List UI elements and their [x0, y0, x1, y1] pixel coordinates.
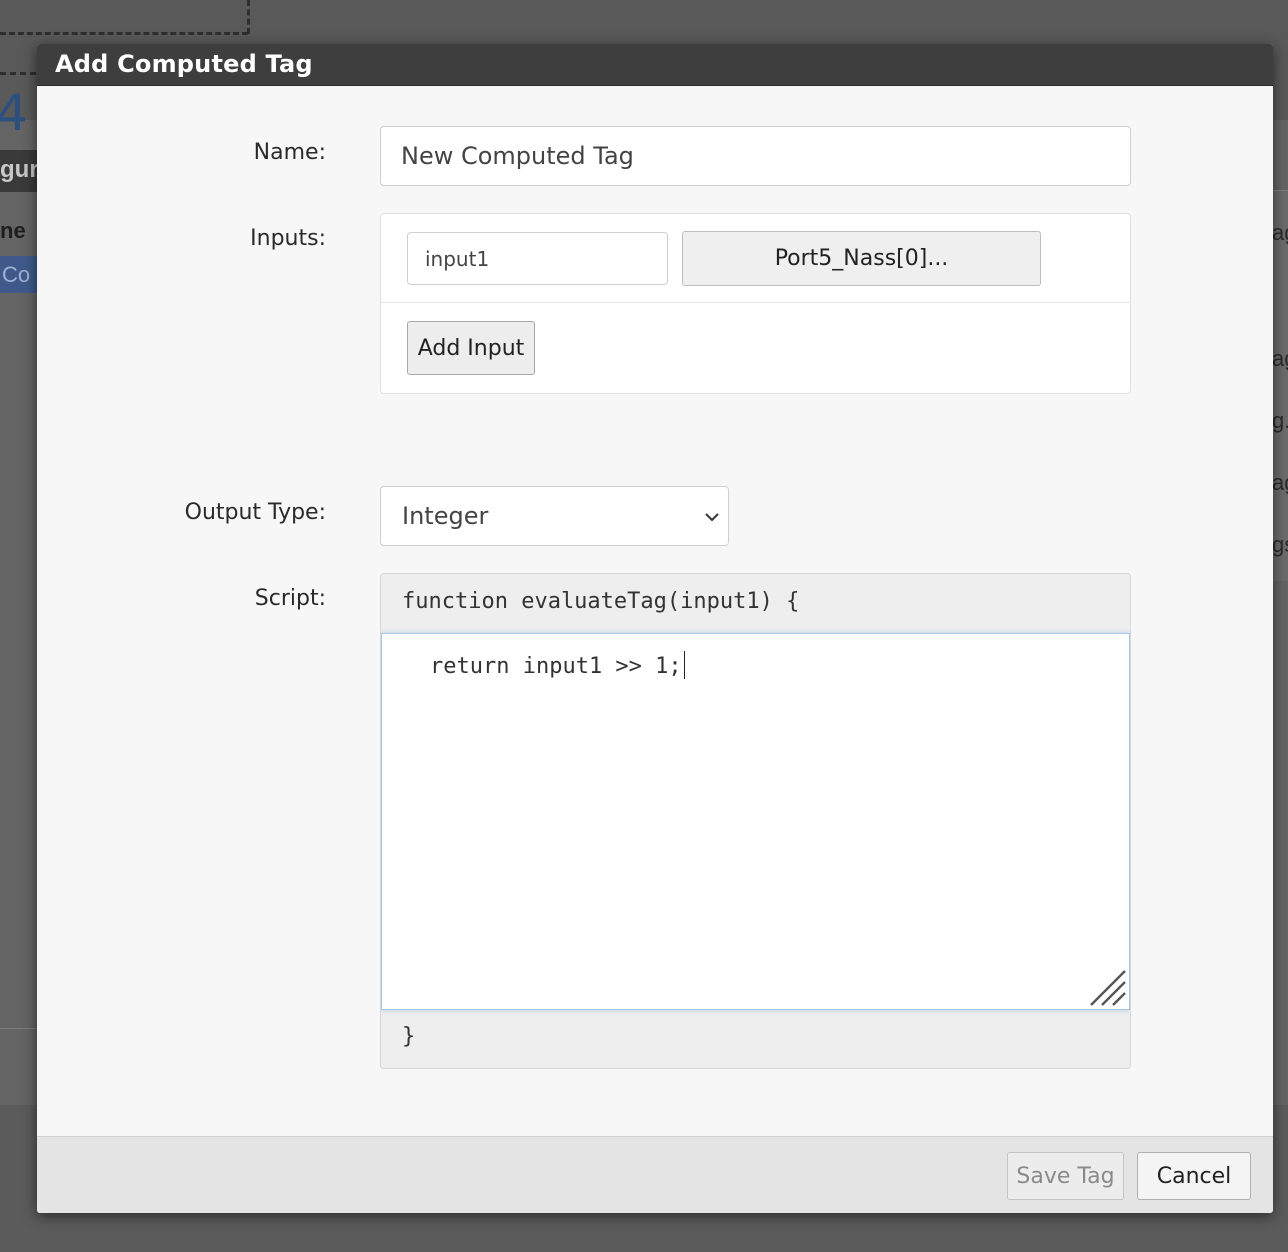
script-code-line: return input1 >> 1;	[430, 651, 685, 679]
resize-grip-icon[interactable]	[1089, 969, 1127, 1007]
script-function-header: function evaluateTag(input1) {	[402, 589, 800, 614]
dialog-footer: Save Tag Cancel	[37, 1136, 1273, 1213]
add-computed-tag-dialog: Add Computed Tag Name: Inputs: Port5_Nas…	[37, 44, 1273, 1213]
background-number: 4	[0, 84, 28, 142]
add-input-button[interactable]: Add Input	[407, 321, 535, 375]
name-input[interactable]	[380, 126, 1131, 186]
background-dashed-border-vertical	[247, 0, 250, 34]
text-caret	[683, 651, 685, 679]
background-right-cell: g.	[1272, 408, 1288, 433]
save-tag-button[interactable]: Save Tag	[1007, 1152, 1124, 1200]
background-selected-row-text: Co	[2, 262, 31, 287]
script-container: function evaluateTag(input1) { return in…	[380, 573, 1131, 1069]
inputs-divider	[381, 302, 1130, 303]
dialog-title: Add Computed Tag	[55, 50, 313, 78]
background-right-cell: ag	[1272, 220, 1288, 245]
output-type-label: Output Type:	[184, 500, 326, 525]
background-divider	[0, 1028, 40, 1029]
output-type-value: Integer	[402, 502, 489, 530]
inputs-label: Inputs:	[250, 226, 326, 251]
background-right-cell: gs	[1272, 532, 1288, 557]
inputs-panel: Port5_Nass[0]... Add Input	[380, 213, 1131, 394]
script-editor[interactable]: return input1 >> 1;	[381, 633, 1130, 1010]
script-code-text: return input1 >> 1;	[430, 654, 682, 679]
background-right-cell: ag	[1272, 470, 1288, 495]
background-dashed-border	[0, 32, 248, 35]
script-function-footer: }	[402, 1024, 416, 1049]
background-column-header: ne	[0, 218, 26, 243]
input-tag-select-button[interactable]: Port5_Nass[0]...	[682, 231, 1041, 286]
dialog-header[interactable]: Add Computed Tag	[37, 44, 1273, 86]
background-section-title: gur	[0, 156, 39, 183]
output-type-select[interactable]: Integer	[380, 486, 729, 546]
chevron-down-icon	[705, 513, 719, 522]
input-variable-field[interactable]	[407, 232, 668, 285]
background-right-cell: ag	[1272, 346, 1288, 371]
background-dashed-border-lower	[0, 72, 36, 75]
name-label: Name:	[253, 140, 326, 165]
cancel-button[interactable]: Cancel	[1137, 1152, 1251, 1200]
background-right-table	[1272, 190, 1288, 581]
script-label: Script:	[254, 586, 326, 611]
